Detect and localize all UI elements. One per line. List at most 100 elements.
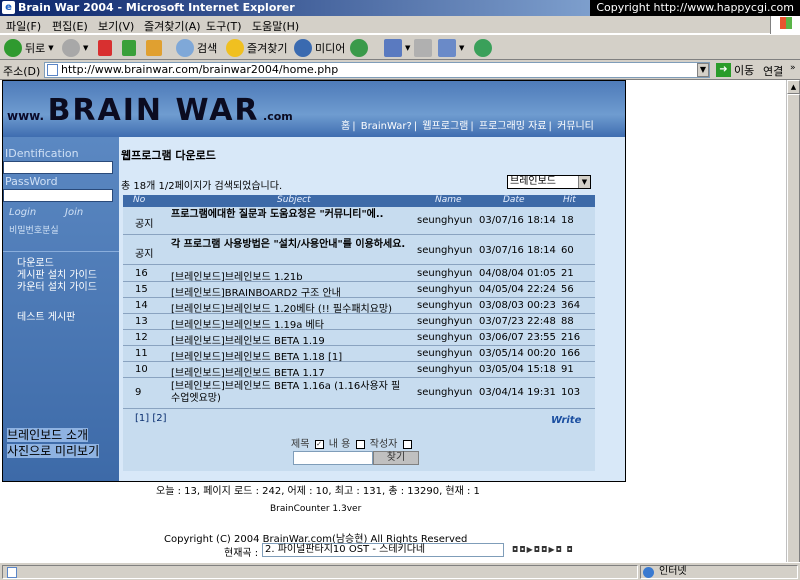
scroll-up-icon[interactable]: ▲	[787, 80, 800, 94]
promo-intro-link[interactable]: 브레인보드 소개	[7, 428, 89, 442]
menu-edit[interactable]: 편집(E)	[52, 18, 88, 34]
row-date: 03/08/03 00:23	[479, 300, 556, 311]
favorites-button[interactable]: 즐겨찾기	[226, 38, 287, 58]
status-message	[2, 565, 638, 579]
address-input[interactable]: http://www.brainwar.com/brainwar2004/hom…	[44, 62, 710, 78]
row-date: 04/08/04 01:05	[479, 268, 556, 279]
header-subject: Subject	[277, 195, 311, 205]
messenger-button[interactable]	[474, 38, 492, 58]
row-name: seunghyun	[417, 364, 473, 375]
id-input[interactable]	[3, 161, 113, 174]
menu-tools[interactable]: 도구(T)	[206, 18, 242, 34]
edit-button[interactable]: ▼	[438, 38, 464, 58]
row-subject[interactable]: [브레인보드]브레인보드 1.20베타 (!! 필수패치요망)	[171, 300, 392, 315]
table-row[interactable]: 10 [브레인보드]브레인보드 BETA 1.17 seunghyun 03/0…	[123, 363, 595, 379]
password-find-link[interactable]: 비밀번호분실	[9, 223, 59, 236]
links-chevron-icon[interactable]: »	[790, 63, 796, 73]
row-subject[interactable]: [브레인보드]브레인보드 1.21b	[171, 268, 303, 283]
table-row[interactable]: 14 [브레인보드]브레인보드 1.20베타 (!! 필수패치요망) seung…	[123, 299, 595, 315]
table-row[interactable]: 16 [브레인보드]브레인보드 1.21b seunghyun 04/08/04…	[123, 267, 595, 283]
password-input[interactable]	[3, 189, 113, 202]
back-icon	[4, 39, 22, 57]
row-subject[interactable]: [브레인보드]브레인보드 BETA 1.18 [1]	[171, 348, 342, 363]
row-subject[interactable]: [브레인보드]브레인보드 1.19a 베타	[171, 316, 324, 331]
page-title: 웹프로그램 다운로드	[121, 149, 216, 162]
board-select[interactable]: 브레인보드 ▼	[507, 175, 591, 189]
mail-button[interactable]: ▼	[384, 38, 410, 58]
row-subject[interactable]: [브레인보드]브레인보드 BETA 1.19	[171, 332, 325, 347]
header-date: Date	[503, 195, 525, 205]
row-subject[interactable]: 프로그램에대한 질문과 도움요청은 "커뮤니티"에..	[171, 209, 385, 221]
side-menu-counter-guide[interactable]: 카운터 설치 가이드	[17, 278, 97, 293]
header-name: Name	[435, 195, 462, 205]
row-name: seunghyun	[417, 215, 473, 226]
print-button[interactable]	[414, 38, 432, 58]
table-row[interactable]: 13 [브레인보드]브레인보드 1.19a 베타 seunghyun 03/07…	[123, 315, 595, 331]
row-no: 10	[135, 364, 148, 375]
board-search-input[interactable]	[293, 451, 373, 465]
table-row[interactable]: 9 [브레인보드]브레인보드 BETA 1.16a (1.16사용자 필수업엣요…	[123, 379, 595, 409]
scroll-thumb[interactable]	[787, 94, 800, 564]
board-search-button[interactable]: 찾기	[373, 451, 419, 465]
go-button[interactable]: ➜ 이동	[716, 62, 754, 78]
table-row[interactable]: 12 [브레인보드]브레인보드 BETA 1.19 seunghyun 03/0…	[123, 331, 595, 347]
logo-www: www.	[7, 109, 45, 123]
row-name: seunghyun	[417, 284, 473, 295]
stop-button[interactable]	[98, 38, 112, 58]
forward-button[interactable]: ▼	[62, 38, 88, 58]
nav-home[interactable]: 홈	[341, 121, 350, 132]
row-no: 11	[135, 348, 148, 359]
back-button[interactable]: 뒤로 ▼	[4, 38, 54, 58]
left-sidebar: IDentification number PassWord Login Joi…	[3, 137, 119, 481]
nav-webprogram[interactable]: 웹프로그램	[422, 121, 468, 132]
row-subject[interactable]: [브레인보드]브레인보드 BETA 1.16a (1.16사용자 필수업엣요망)	[171, 381, 407, 405]
table-row[interactable]: 11 [브레인보드]브레인보드 BETA 1.18 [1] seunghyun …	[123, 347, 595, 363]
row-no: 16	[135, 268, 148, 279]
site-logo[interactable]: www. BRAIN WAR .com	[7, 93, 293, 128]
refresh-button[interactable]	[122, 38, 136, 58]
chevron-down-icon: ▼	[405, 44, 411, 52]
media-icon	[294, 39, 312, 57]
search-subject-checkbox[interactable]: ✓	[314, 439, 324, 449]
nav-community[interactable]: 커뮤니티	[557, 121, 594, 132]
history-button[interactable]	[350, 38, 368, 58]
menu-file[interactable]: 파일(F)	[6, 18, 41, 34]
search-author-checkbox[interactable]	[402, 439, 412, 449]
menu-favorites[interactable]: 즐겨찾기(A)	[144, 18, 201, 34]
page-icon	[7, 567, 17, 578]
player-controls[interactable]: ◘◘▶◘◘▶◘ ◘	[512, 545, 574, 554]
row-date: 03/06/07 23:55	[479, 332, 556, 343]
address-dropdown-button[interactable]: ▼	[697, 63, 709, 77]
header-no: No	[133, 195, 146, 205]
row-hit: 21	[561, 268, 574, 279]
menu-help[interactable]: 도움말(H)	[252, 18, 299, 34]
counter-version: BrainCounter 1.3ver	[270, 504, 362, 514]
search-content-checkbox[interactable]	[355, 439, 365, 449]
join-link[interactable]: Join	[65, 207, 83, 218]
pagination[interactable]: [1] [2]	[135, 413, 167, 424]
row-date: 03/07/16 18:14	[479, 245, 556, 256]
row-subject[interactable]: [브레인보드]브레인보드 BETA 1.17	[171, 364, 325, 379]
row-subject[interactable]: [브레인보드]BRAINBOARD2 구조 안내	[171, 284, 341, 299]
login-link[interactable]: Login	[9, 207, 36, 218]
search-button[interactable]: 검색	[176, 38, 217, 58]
promo-preview-link[interactable]: 사진으로 미리보기	[7, 444, 100, 458]
vertical-scrollbar[interactable]: ▲	[786, 80, 800, 564]
search-label: 검색	[197, 42, 218, 55]
media-button[interactable]: 미디어	[294, 38, 345, 58]
table-row[interactable]: 공지 각 프로그램 사용방법은 "설치/사용안내"를 이용하세요. seungh…	[123, 237, 595, 265]
side-menu-test-board[interactable]: 테스트 게시판	[17, 308, 75, 323]
row-subject[interactable]: 각 프로그램 사용방법은 "설치/사용안내"를 이용하세요.	[171, 239, 411, 251]
nav-programming[interactable]: 프로그래밍 자료	[479, 121, 547, 132]
table-row[interactable]: 공지 프로그램에대한 질문과 도움요청은 "커뮤니티"에.. seunghyun…	[123, 207, 595, 235]
links-label[interactable]: 연결	[763, 63, 783, 79]
history-icon	[350, 39, 368, 57]
write-button[interactable]: Write	[551, 415, 581, 426]
table-row[interactable]: 15 [브레인보드]BRAINBOARD2 구조 안내 seunghyun 04…	[123, 283, 595, 299]
nav-brainwar[interactable]: BrainWar?	[361, 121, 412, 132]
row-hit: 216	[561, 332, 581, 343]
side-menu: 다운로드 게시판 설치 가이드 카운터 설치 가이드 테스트 게시판	[3, 251, 119, 451]
menu-view[interactable]: 보기(V)	[98, 18, 134, 34]
home-button[interactable]	[146, 38, 162, 58]
search-icon	[176, 39, 194, 57]
